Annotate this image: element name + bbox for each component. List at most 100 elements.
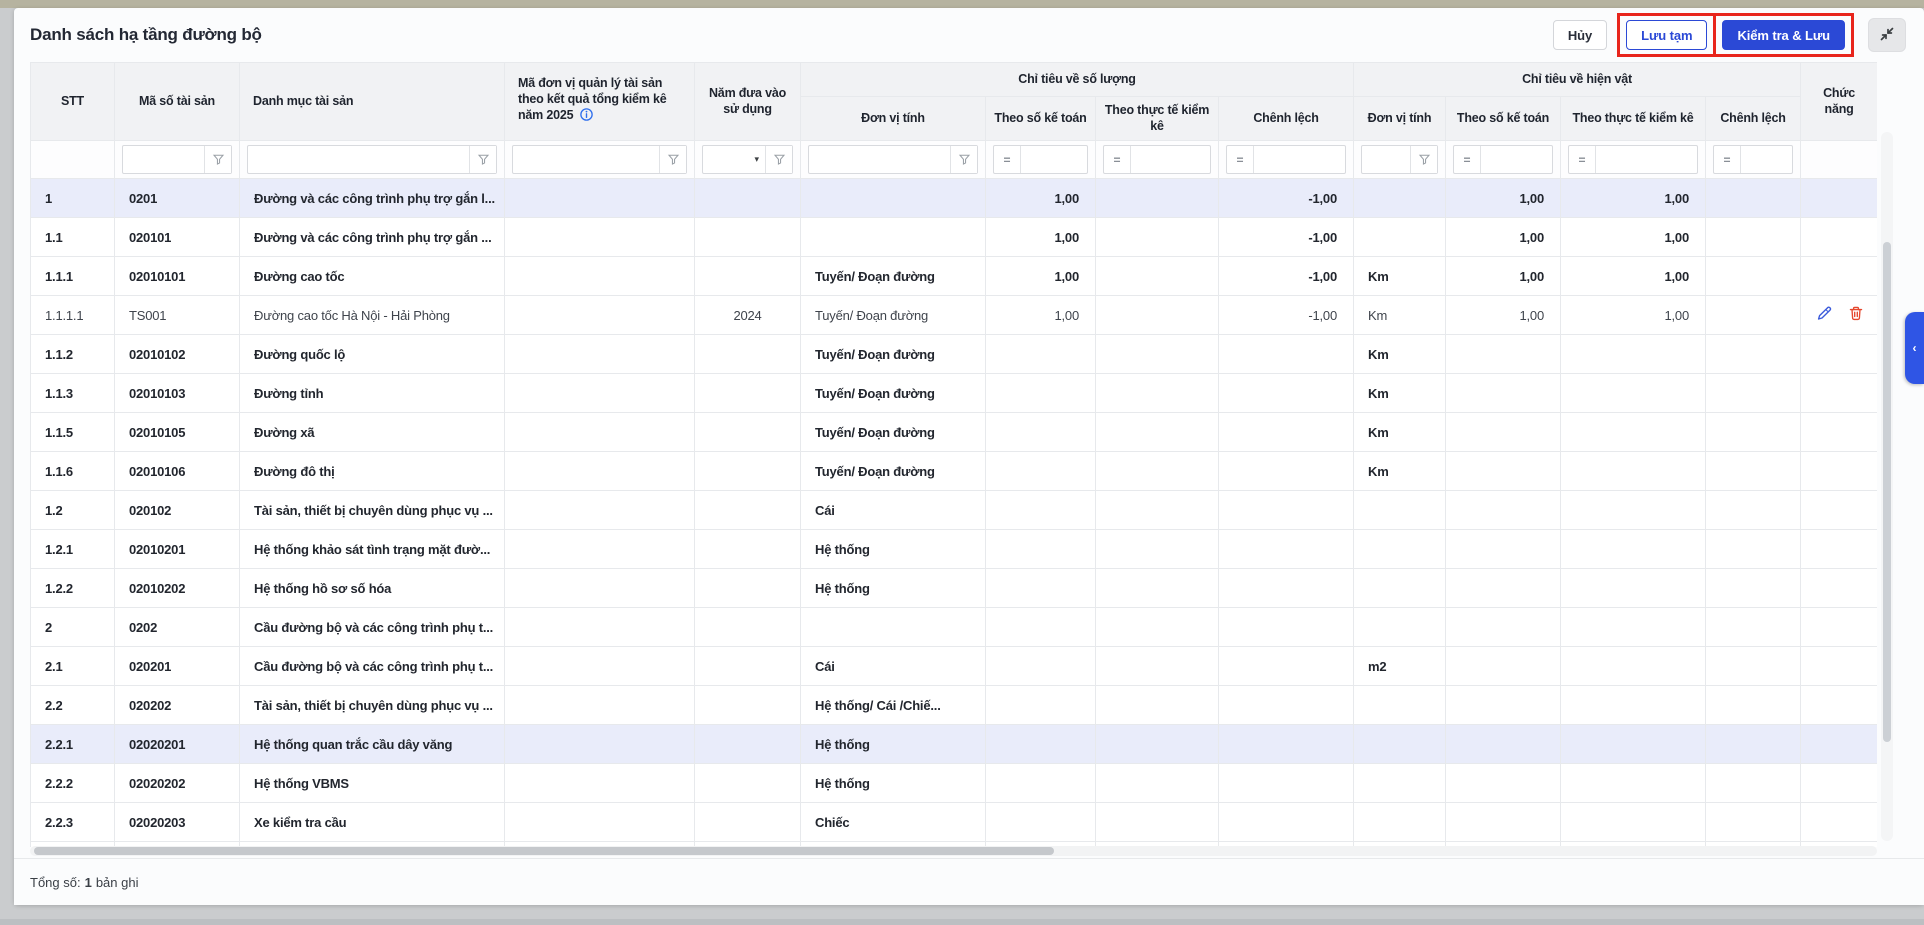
cell-qty_by_accounting: 1,00 bbox=[986, 179, 1096, 218]
cell-asset_category: Xe kiểm tra cầu bbox=[240, 803, 505, 842]
cell-qty_by_inventory bbox=[1096, 686, 1219, 725]
horizontal-scrollbar-thumb[interactable] bbox=[34, 847, 1054, 855]
phys-difference-filter-input[interactable] bbox=[1741, 146, 1792, 173]
cell-phys_difference bbox=[1706, 179, 1801, 218]
header-stt: STT bbox=[31, 63, 115, 141]
vertical-scrollbar[interactable] bbox=[1881, 132, 1893, 841]
phys-unit-filter-input[interactable] bbox=[1362, 146, 1410, 173]
funnel-icon[interactable] bbox=[765, 146, 792, 173]
table-row[interactable]: 1.1.502010105Đường xãTuyến/ Đoạn đườngKm bbox=[31, 413, 1878, 452]
edit-row-button[interactable] bbox=[1815, 305, 1832, 325]
equals-operator[interactable]: = bbox=[1569, 146, 1596, 173]
annotation-box-save-draft: Lưu tạm bbox=[1617, 13, 1716, 57]
funnel-icon[interactable] bbox=[204, 146, 231, 173]
header-phys-difference: Chênh lệch bbox=[1706, 97, 1801, 141]
table-row[interactable]: 1.1.602010106Đường đô thịTuyến/ Đoạn đườ… bbox=[31, 452, 1878, 491]
cell-qty_unit: Tuyến/ Đoạn đường bbox=[801, 452, 986, 491]
cell-year_in_use bbox=[695, 413, 801, 452]
panel-titlebar: Danh sách hạ tầng đường bộ Hủy Lưu tạm K… bbox=[14, 8, 1924, 62]
cell-mgmt_unit_code bbox=[505, 257, 695, 296]
collapse-panel-button[interactable] bbox=[1868, 18, 1906, 52]
table-row[interactable]: 2.1020201Cầu đường bộ và các công trình … bbox=[31, 647, 1878, 686]
table-row[interactable]: 1.1.102010101Đường cao tốcTuyến/ Đoạn đư… bbox=[31, 257, 1878, 296]
table-row[interactable]: 20202Cầu đường bộ và các công trình phụ … bbox=[31, 608, 1878, 647]
table-row[interactable]: 1.2.202010202Hệ thống hồ sơ số hóaHệ thố… bbox=[31, 569, 1878, 608]
year-filter-dropdown[interactable]: ▾ bbox=[703, 146, 765, 173]
cell-phys_by_accounting bbox=[1446, 374, 1561, 413]
cell-qty_by_accounting bbox=[986, 686, 1096, 725]
cell-qty_by_accounting bbox=[986, 491, 1096, 530]
funnel-icon[interactable] bbox=[1410, 146, 1437, 173]
cell-phys_difference bbox=[1706, 725, 1801, 764]
chevron-down-icon: ▾ bbox=[754, 154, 759, 165]
qty-difference-filter-input[interactable] bbox=[1254, 146, 1345, 173]
horizontal-scrollbar[interactable] bbox=[30, 846, 1877, 856]
table-row[interactable]: 2.2020202Tài sản, thiết bị chuyên dùng p… bbox=[31, 686, 1878, 725]
filter-qty-by-inventory: = bbox=[1096, 141, 1219, 179]
equals-operator[interactable]: = bbox=[1227, 146, 1254, 173]
cell-qty_by_inventory bbox=[1096, 218, 1219, 257]
phys-accounting-filter-input[interactable] bbox=[1481, 146, 1552, 173]
cell-mgmt_unit_code bbox=[505, 296, 695, 335]
funnel-icon[interactable] bbox=[469, 146, 496, 173]
save-draft-button[interactable]: Lưu tạm bbox=[1626, 20, 1707, 50]
funnel-icon[interactable] bbox=[659, 146, 686, 173]
cell-qty_by_accounting bbox=[986, 608, 1096, 647]
cancel-button[interactable]: Hủy bbox=[1553, 20, 1607, 50]
table-row[interactable]: 1.1.302010103Đường tỉnhTuyến/ Đoạn đường… bbox=[31, 374, 1878, 413]
table-row[interactable]: 1.2.102010201Hệ thống khảo sát tình trạn… bbox=[31, 530, 1878, 569]
cell-phys_by_accounting: 1,00 bbox=[1446, 257, 1561, 296]
qty-unit-filter-input[interactable] bbox=[809, 146, 950, 173]
cell-qty_by_inventory bbox=[1096, 530, 1219, 569]
cell-phys_by_inventory bbox=[1561, 413, 1706, 452]
cell-mgmt_unit_code bbox=[505, 803, 695, 842]
cell-phys_by_inventory bbox=[1561, 647, 1706, 686]
side-panel-toggle-tab[interactable]: ‹ bbox=[1905, 312, 1924, 384]
equals-operator[interactable]: = bbox=[1454, 146, 1481, 173]
cell-phys_by_accounting bbox=[1446, 608, 1561, 647]
cell-phys_by_inventory: 1,00 bbox=[1561, 257, 1706, 296]
header-year-in-use: Năm đưa vào sử dụng bbox=[695, 63, 801, 141]
cell-phys_unit bbox=[1354, 491, 1446, 530]
table-row[interactable]: 2.2.202020202Hệ thống VBMSHệ thống bbox=[31, 764, 1878, 803]
cell-qty_by_inventory bbox=[1096, 725, 1219, 764]
cell-phys_by_accounting bbox=[1446, 491, 1561, 530]
table-row[interactable]: 1.1020101Đường và các công trình phụ trợ… bbox=[31, 218, 1878, 257]
asset-category-filter-input[interactable] bbox=[248, 146, 469, 173]
cell-phys_unit: Km bbox=[1354, 296, 1446, 335]
mgmt-unit-filter-input[interactable] bbox=[513, 146, 659, 173]
cell-mgmt_unit_code bbox=[505, 686, 695, 725]
equals-operator[interactable]: = bbox=[1714, 146, 1741, 173]
cell-year_in_use bbox=[695, 179, 801, 218]
table-row[interactable]: 1.1.202010102Đường quốc lộTuyến/ Đoạn đư… bbox=[31, 335, 1878, 374]
cell-year_in_use bbox=[695, 803, 801, 842]
table-row[interactable]: 2.2.102020201Hệ thống quan trắc cầu dây … bbox=[31, 725, 1878, 764]
header-asset-code: Mã số tài sản bbox=[115, 63, 240, 141]
cell-qty_unit: Tuyến/ Đoạn đường bbox=[801, 413, 986, 452]
cell-actions bbox=[1801, 725, 1877, 764]
cell-year_in_use bbox=[695, 764, 801, 803]
vertical-scrollbar-thumb[interactable] bbox=[1883, 242, 1891, 742]
cell-asset_category: Cầu đường bộ và các công trình phụ t... bbox=[240, 608, 505, 647]
check-and-save-button[interactable]: Kiểm tra & Lưu bbox=[1722, 20, 1845, 50]
table-row[interactable]: 1.1.1.1TS001Đường cao tốc Hà Nội - Hải P… bbox=[31, 296, 1878, 335]
cell-asset_code: 020201 bbox=[115, 647, 240, 686]
cell-phys_difference bbox=[1706, 491, 1801, 530]
cell-stt: 1.1.2 bbox=[31, 335, 115, 374]
table-row[interactable]: 2.2.302020203Xe kiểm tra cầuChiếc bbox=[31, 803, 1878, 842]
cell-stt: 2.2 bbox=[31, 686, 115, 725]
delete-row-button[interactable] bbox=[1848, 305, 1864, 325]
cell-asset_code: 02010201 bbox=[115, 530, 240, 569]
equals-operator[interactable]: = bbox=[994, 146, 1021, 173]
funnel-icon[interactable] bbox=[950, 146, 977, 173]
cell-qty_by_accounting bbox=[986, 335, 1096, 374]
qty-inventory-filter-input[interactable] bbox=[1131, 146, 1210, 173]
table-row[interactable]: 1.2020102Tài sản, thiết bị chuyên dùng p… bbox=[31, 491, 1878, 530]
phys-inventory-filter-input[interactable] bbox=[1596, 146, 1697, 173]
cell-actions bbox=[1801, 335, 1877, 374]
asset-code-filter-input[interactable] bbox=[123, 146, 204, 173]
info-icon[interactable] bbox=[579, 111, 594, 125]
table-row[interactable]: 10201Đường và các công trình phụ trợ gắn… bbox=[31, 179, 1878, 218]
qty-accounting-filter-input[interactable] bbox=[1021, 146, 1087, 173]
equals-operator[interactable]: = bbox=[1104, 146, 1131, 173]
